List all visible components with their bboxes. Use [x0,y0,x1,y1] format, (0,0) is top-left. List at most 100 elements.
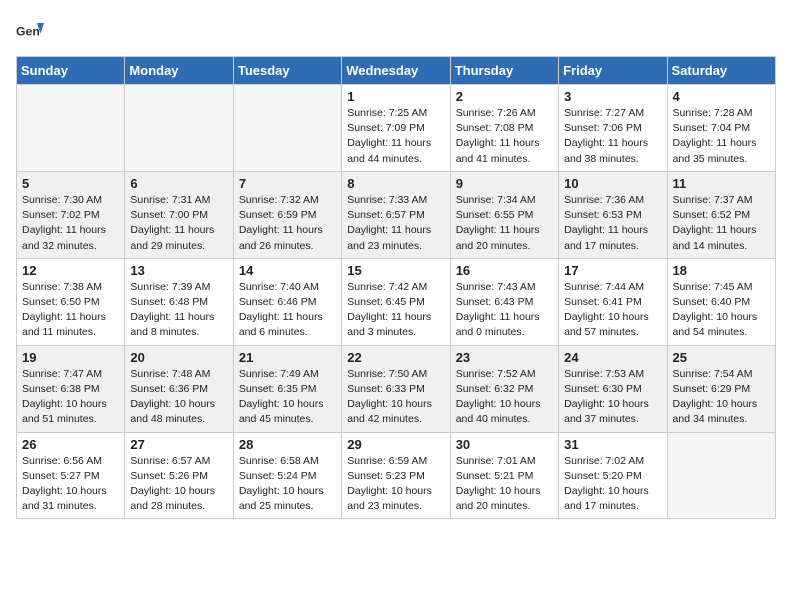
day-number: 3 [564,89,661,104]
day-info: Sunrise: 7:36 AM Sunset: 6:53 PM Dayligh… [564,193,661,254]
day-number: 30 [456,437,553,452]
day-info: Sunrise: 7:45 AM Sunset: 6:40 PM Dayligh… [673,280,770,341]
day-info: Sunrise: 7:28 AM Sunset: 7:04 PM Dayligh… [673,106,770,167]
calendar-cell [17,85,125,172]
calendar-cell: 6Sunrise: 7:31 AM Sunset: 7:00 PM Daylig… [125,171,233,258]
day-number: 4 [673,89,770,104]
calendar-cell: 29 Sunrise: 6:59 AM Sunset: 5:23 PM Dayli… [342,432,450,519]
calendar-cell: 13 Sunrise: 7:39 AM Sunset: 6:48 PM Dayli… [125,258,233,345]
day-number: 28 [239,437,336,452]
calendar-cell [667,432,775,519]
day-number: 23 [456,350,553,365]
day-info: Sunrise: 7:44 AM Sunset: 6:41 PM Dayligh… [564,280,661,341]
calendar-cell: 4 Sunrise: 7:28 AM Sunset: 7:04 PM Daylig… [667,85,775,172]
day-number: 22 [347,350,444,365]
day-number: 29 [347,437,444,452]
calendar-cell: 27Sunrise: 6:57 AM Sunset: 5:26 PM Dayli… [125,432,233,519]
calendar-cell: 19 Sunrise: 7:47 AM Sunset: 6:38 PM Dayli… [17,345,125,432]
calendar-cell: 5Sunrise: 7:30 AM Sunset: 7:02 PM Daylig… [17,171,125,258]
day-info: Sunrise: 7:40 AM Sunset: 6:46 PM Dayligh… [239,280,336,341]
calendar-cell: 18 Sunrise: 7:45 AM Sunset: 6:40 PM Dayli… [667,258,775,345]
day-info: Sunrise: 7:47 AM Sunset: 6:38 PM Dayligh… [22,367,119,428]
day-info: Sunrise: 6:58 AM Sunset: 5:24 PM Dayligh… [239,454,336,515]
day-number: 10 [564,176,661,191]
day-number: 16 [456,263,553,278]
logo-icon: Gen [16,16,44,44]
calendar: SundayMondayTuesdayWednesdayThursdayFrid… [16,56,776,519]
day-info: Sunrise: 7:39 AM Sunset: 6:48 PM Dayligh… [130,280,227,341]
day-info: Sunrise: 6:59 AM Sunset: 5:23 PM Dayligh… [347,454,444,515]
day-header-wednesday: Wednesday [342,57,450,85]
calendar-cell: 23 Sunrise: 7:52 AM Sunset: 6:32 PM Dayli… [450,345,558,432]
day-number: 13 [130,263,227,278]
day-number: 31 [564,437,661,452]
day-number: 18 [673,263,770,278]
day-number: 12 [22,263,119,278]
day-info: Sunrise: 7:52 AM Sunset: 6:32 PM Dayligh… [456,367,553,428]
day-number: 14 [239,263,336,278]
day-number: 1 [347,89,444,104]
day-info: Sunrise: 7:33 AM Sunset: 6:57 PM Dayligh… [347,193,444,254]
calendar-cell: 31Sunrise: 7:02 AM Sunset: 5:20 PM Dayli… [559,432,667,519]
day-number: 9 [456,176,553,191]
day-number: 7 [239,176,336,191]
day-number: 21 [239,350,336,365]
day-info: Sunrise: 6:57 AM Sunset: 5:26 PM Dayligh… [130,454,227,515]
day-info: Sunrise: 7:54 AM Sunset: 6:29 PM Dayligh… [673,367,770,428]
calendar-header-row: SundayMondayTuesdayWednesdayThursdayFrid… [17,57,776,85]
day-number: 8 [347,176,444,191]
day-header-sunday: Sunday [17,57,125,85]
day-info: Sunrise: 7:42 AM Sunset: 6:45 PM Dayligh… [347,280,444,341]
day-header-monday: Monday [125,57,233,85]
day-number: 2 [456,89,553,104]
day-info: Sunrise: 7:37 AM Sunset: 6:52 PM Dayligh… [673,193,770,254]
day-number: 17 [564,263,661,278]
calendar-cell: 2 Sunrise: 7:26 AM Sunset: 7:08 PM Daylig… [450,85,558,172]
calendar-week-row: 1 Sunrise: 7:25 AM Sunset: 7:09 PM Daylig… [17,85,776,172]
calendar-cell: 11 Sunrise: 7:37 AM Sunset: 6:52 PM Dayli… [667,171,775,258]
day-number: 11 [673,176,770,191]
calendar-week-row: 19 Sunrise: 7:47 AM Sunset: 6:38 PM Dayli… [17,345,776,432]
calendar-cell: 7 Sunrise: 7:32 AM Sunset: 6:59 PM Daylig… [233,171,341,258]
header: Gen [16,16,776,44]
day-header-saturday: Saturday [667,57,775,85]
day-number: 5 [22,176,119,191]
day-info: Sunrise: 7:25 AM Sunset: 7:09 PM Dayligh… [347,106,444,167]
calendar-week-row: 26Sunrise: 6:56 AM Sunset: 5:27 PM Dayli… [17,432,776,519]
calendar-cell: 1 Sunrise: 7:25 AM Sunset: 7:09 PM Daylig… [342,85,450,172]
calendar-cell: 30 Sunrise: 7:01 AM Sunset: 5:21 PM Dayli… [450,432,558,519]
calendar-cell: 3 Sunrise: 7:27 AM Sunset: 7:06 PM Daylig… [559,85,667,172]
calendar-cell: 22 Sunrise: 7:50 AM Sunset: 6:33 PM Dayli… [342,345,450,432]
calendar-cell: 16 Sunrise: 7:43 AM Sunset: 6:43 PM Dayli… [450,258,558,345]
day-info: Sunrise: 7:48 AM Sunset: 6:36 PM Dayligh… [130,367,227,428]
calendar-cell: 24Sunrise: 7:53 AM Sunset: 6:30 PM Dayli… [559,345,667,432]
svg-text:Gen: Gen [16,24,40,38]
day-info: Sunrise: 7:50 AM Sunset: 6:33 PM Dayligh… [347,367,444,428]
calendar-cell: 17 Sunrise: 7:44 AM Sunset: 6:41 PM Dayli… [559,258,667,345]
day-info: Sunrise: 7:26 AM Sunset: 7:08 PM Dayligh… [456,106,553,167]
day-info: Sunrise: 7:43 AM Sunset: 6:43 PM Dayligh… [456,280,553,341]
calendar-cell: 25Sunrise: 7:54 AM Sunset: 6:29 PM Dayli… [667,345,775,432]
day-number: 19 [22,350,119,365]
calendar-cell: 10 Sunrise: 7:36 AM Sunset: 6:53 PM Dayli… [559,171,667,258]
day-info: Sunrise: 7:01 AM Sunset: 5:21 PM Dayligh… [456,454,553,515]
calendar-cell: 21 Sunrise: 7:49 AM Sunset: 6:35 PM Dayli… [233,345,341,432]
day-number: 20 [130,350,227,365]
calendar-cell: 12 Sunrise: 7:38 AM Sunset: 6:50 PM Dayli… [17,258,125,345]
day-info: Sunrise: 7:34 AM Sunset: 6:55 PM Dayligh… [456,193,553,254]
day-info: Sunrise: 6:56 AM Sunset: 5:27 PM Dayligh… [22,454,119,515]
day-info: Sunrise: 7:31 AM Sunset: 7:00 PM Dayligh… [130,193,227,254]
calendar-cell: 8 Sunrise: 7:33 AM Sunset: 6:57 PM Daylig… [342,171,450,258]
day-info: Sunrise: 7:38 AM Sunset: 6:50 PM Dayligh… [22,280,119,341]
calendar-cell: 9 Sunrise: 7:34 AM Sunset: 6:55 PM Daylig… [450,171,558,258]
day-info: Sunrise: 7:49 AM Sunset: 6:35 PM Dayligh… [239,367,336,428]
day-info: Sunrise: 7:27 AM Sunset: 7:06 PM Dayligh… [564,106,661,167]
calendar-cell [233,85,341,172]
calendar-cell: 14 Sunrise: 7:40 AM Sunset: 6:46 PM Dayli… [233,258,341,345]
calendar-week-row: 12 Sunrise: 7:38 AM Sunset: 6:50 PM Dayli… [17,258,776,345]
day-header-thursday: Thursday [450,57,558,85]
calendar-cell: 20 Sunrise: 7:48 AM Sunset: 6:36 PM Dayli… [125,345,233,432]
calendar-cell [125,85,233,172]
day-header-friday: Friday [559,57,667,85]
day-info: Sunrise: 7:32 AM Sunset: 6:59 PM Dayligh… [239,193,336,254]
